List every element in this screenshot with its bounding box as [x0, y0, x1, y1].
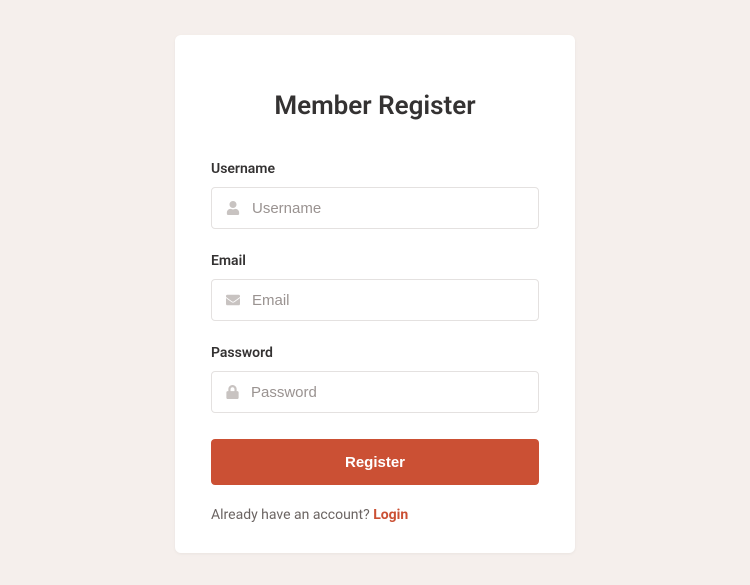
email-label: Email [211, 253, 539, 269]
page-title: Member Register [211, 91, 539, 121]
footer-prompt: Already have an account? [211, 507, 373, 523]
username-group: Username [211, 161, 539, 229]
login-link[interactable]: Login [373, 507, 408, 523]
register-card: Member Register Username Email Password … [175, 35, 575, 553]
register-button[interactable]: Register [211, 439, 539, 485]
email-input[interactable] [252, 292, 524, 309]
username-label: Username [211, 161, 539, 177]
envelope-icon [226, 293, 240, 307]
email-input-wrap [211, 279, 539, 321]
email-group: Email [211, 253, 539, 321]
username-input-wrap [211, 187, 539, 229]
lock-icon [226, 385, 239, 399]
user-icon [226, 201, 240, 215]
password-group: Password [211, 345, 539, 413]
footer-text: Already have an account? Login [211, 507, 539, 523]
password-input-wrap [211, 371, 539, 413]
password-label: Password [211, 345, 539, 361]
username-input[interactable] [252, 200, 524, 217]
password-input[interactable] [251, 384, 524, 401]
